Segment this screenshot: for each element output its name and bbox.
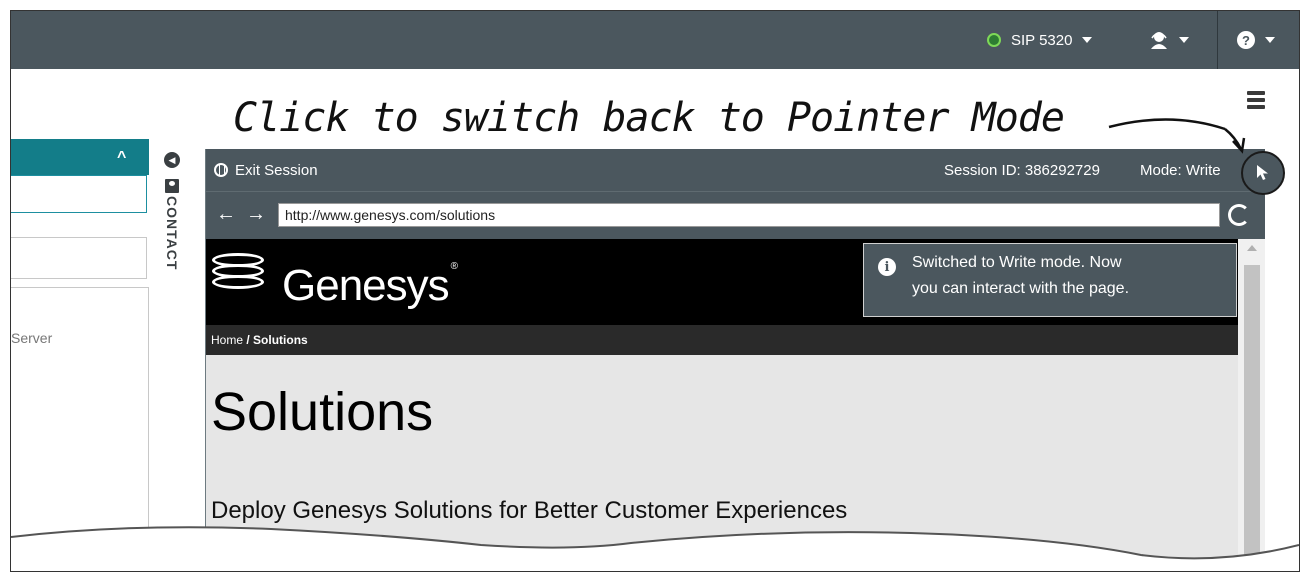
app-window: SIP 5320 ? ^ Server ◀ CONTACT Exit Sessi… [10, 10, 1300, 572]
panel-margin [1265, 149, 1299, 571]
breadcrumb: Home / Solutions [206, 325, 1238, 355]
server-text: Server [11, 330, 53, 346]
cobrowse-panel: Exit Session Session ID: 386292729 Mode:… [205, 149, 1266, 571]
page-title: Solutions [211, 382, 434, 442]
annotation-arrow [1108, 118, 1246, 154]
toast-line-2: you can interact with the page. [912, 280, 1130, 297]
genesys-logo-icon [212, 253, 272, 293]
brand-name: Genesys ® [282, 261, 458, 310]
torn-edge [11, 526, 1299, 571]
mode-toast: i Switched to Write mode. Now you can in… [863, 243, 1237, 317]
left-panel-field[interactable] [11, 237, 147, 279]
info-icon: i [878, 258, 896, 276]
breadcrumb-current: Solutions [253, 333, 308, 347]
breadcrumb-home[interactable]: Home [211, 333, 243, 347]
scroll-up-icon[interactable] [1247, 245, 1257, 251]
toast-line-1: Switched to Write mode. Now [912, 254, 1122, 271]
breadcrumb-separator: / [243, 333, 254, 347]
